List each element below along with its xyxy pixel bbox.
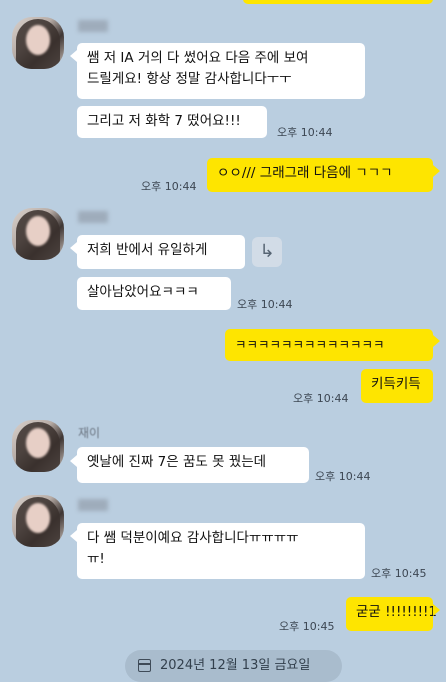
message-time: 오후 10:44 (141, 180, 197, 193)
message-text: ㅇㅇ/// 그래그래 다음에 ㄱㄱㄱ (217, 165, 393, 181)
avatar[interactable] (12, 208, 64, 260)
message-text: 옛날에 진짜 7은 꿈도 못 꿨는데 (87, 454, 267, 470)
message-time: 오후 10:45 (371, 567, 427, 580)
bubble-tail (70, 50, 77, 62)
sender-name (78, 211, 108, 223)
message-text-line: ㅠ! (87, 551, 105, 567)
date-divider-text: 2024년 12월 13일 금요일 (160, 658, 311, 673)
bubble-tail (433, 604, 440, 616)
message-time: 오후 10:44 (237, 298, 293, 311)
message-text: 저희 반에서 유일하게 (87, 242, 208, 258)
message-text: 그리고 저 화학 7 떴어요!!! (87, 113, 241, 129)
sender-name: 재이 (78, 426, 101, 440)
message-time: 오후 10:44 (293, 392, 349, 405)
message-time: 오후 10:45 (279, 620, 335, 633)
message-bubble[interactable]: ㅋㅋㅋㅋㅋㅋㅋㅋㅋㅋㅋㅋㅋ (225, 329, 433, 361)
message-bubble[interactable]: 살아남았어요ㅋㅋㅋ (77, 277, 231, 310)
message-bubble-partial[interactable] (243, 0, 433, 4)
message-bubble[interactable]: 키득키득 (361, 369, 433, 403)
bubble-tail (70, 530, 77, 542)
avatar[interactable] (12, 420, 64, 472)
bubble-tail (433, 165, 440, 177)
message-bubble[interactable]: 굳굳 !!!!!!!!1 (346, 597, 437, 631)
date-divider: 2024년 12월 13일 금요일 (125, 650, 342, 682)
message-text-line: 다 쌤 덕분이예요 감사합니다ㅠㅠㅠㅠ (87, 530, 299, 546)
bubble-tail (70, 455, 77, 467)
message-text: 살아남았어요ㅋㅋㅋ (87, 284, 199, 300)
message-bubble[interactable]: 쌤 저 IA 거의 다 썼어요 다음 주에 보여 드릴게요! 항상 정말 감사합… (77, 43, 365, 99)
avatar[interactable] (12, 17, 64, 69)
message-text-line: 드릴게요! 항상 정말 감사합니다ㅜㅜ (87, 71, 292, 87)
message-text: ㅋㅋㅋㅋㅋㅋㅋㅋㅋㅋㅋㅋㅋ (235, 337, 385, 352)
message-bubble[interactable]: ㅇㅇ/// 그래그래 다음에 ㄱㄱㄱ (207, 158, 433, 192)
bubble-tail (70, 242, 77, 254)
message-bubble[interactable]: 저희 반에서 유일하게 (77, 235, 245, 269)
sender-name (78, 499, 108, 511)
message-text-line: 쌤 저 IA 거의 다 썼어요 다음 주에 보여 (87, 50, 309, 66)
sender-name (78, 20, 108, 32)
share-icon[interactable]: ↳ (252, 237, 282, 267)
message-text: 굳굳 !!!!!!!!1 (356, 604, 438, 620)
message-text: 키득키득 (371, 376, 421, 392)
bubble-tail (433, 335, 440, 347)
message-time: 오후 10:44 (315, 470, 371, 483)
avatar[interactable] (12, 495, 64, 547)
message-bubble[interactable]: 다 쌤 덕분이예요 감사합니다ㅠㅠㅠㅠ ㅠ! (77, 523, 365, 579)
message-time: 오후 10:44 (277, 126, 333, 139)
calendar-icon (138, 659, 151, 672)
message-bubble[interactable]: 그리고 저 화학 7 떴어요!!! (77, 106, 267, 138)
message-bubble[interactable]: 옛날에 진짜 7은 꿈도 못 꿨는데 (77, 447, 309, 483)
